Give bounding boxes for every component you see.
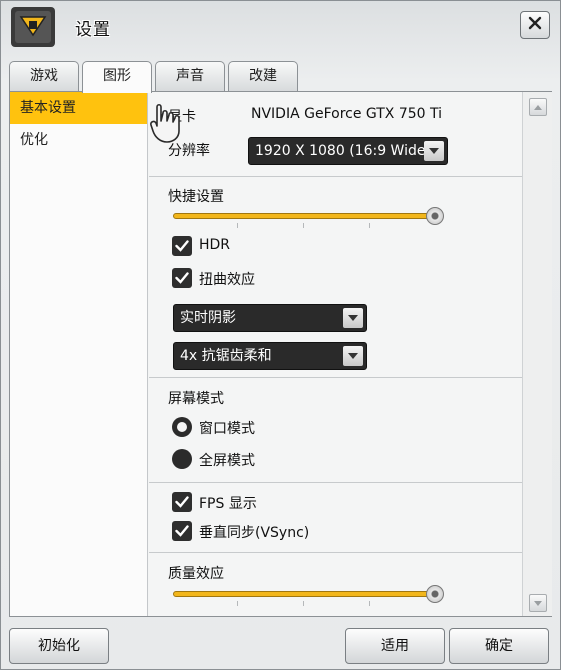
slider-track: [173, 213, 435, 219]
vsync-checkbox[interactable]: [172, 521, 192, 541]
distortion-checkbox[interactable]: [172, 268, 192, 288]
slider-tick: [303, 223, 304, 228]
window-mode-label: 窗口模式: [199, 421, 255, 437]
tab-game[interactable]: 游戏: [9, 61, 79, 91]
sidebar-item-basic[interactable]: 基本设置: [10, 92, 147, 124]
antialias-dropdown[interactable]: 4x 抗锯齿柔和: [173, 342, 367, 370]
fullscreen-mode-radio[interactable]: [172, 449, 192, 469]
fullscreen-mode-label: 全屏模式: [199, 453, 255, 469]
window-mode-radio[interactable]: [172, 417, 192, 437]
hdr-label: HDR: [199, 237, 231, 253]
check-icon: [175, 240, 189, 252]
quick-settings-title: 快捷设置: [168, 189, 224, 205]
gpu-value: NVIDIA GeForce GTX 750 Ti: [251, 106, 443, 122]
check-icon: [175, 496, 189, 508]
quick-settings-section: 快捷设置 HDR 扭曲效应 实时阴影 4x 抗锯齿柔和: [149, 177, 522, 378]
title-bar: 设置: [1, 1, 561, 55]
fps-checkbox[interactable]: [172, 492, 192, 512]
distortion-label: 扭曲效应: [199, 272, 255, 288]
tab-graphics[interactable]: 图形: [82, 61, 152, 93]
slider-tick: [303, 601, 304, 606]
check-icon: [175, 525, 189, 537]
scrollbar[interactable]: [522, 92, 552, 616]
tab-sound[interactable]: 声音: [155, 61, 225, 91]
slider-track: [173, 591, 435, 597]
quick-settings-slider[interactable]: [173, 205, 449, 228]
ok-button[interactable]: 确定: [449, 628, 549, 664]
chevron-down-icon: [424, 141, 444, 161]
display-device-section: 显卡 NVIDIA GeForce GTX 750 Ti 分辨率 1920 X …: [149, 92, 522, 177]
window-title: 设置: [75, 20, 111, 40]
graphics-panel: 显卡 NVIDIA GeForce GTX 750 Ti 分辨率 1920 X …: [149, 92, 522, 616]
display-options-section: FPS 显示 垂直同步(VSync): [149, 483, 522, 553]
resolution-value: 1920 X 1080 (16:9 Wide): [255, 143, 431, 159]
shadow-value: 实时阴影: [180, 310, 236, 326]
slider-tick: [369, 601, 370, 606]
slider-tick: [369, 223, 370, 228]
tab-remap[interactable]: 改建: [228, 61, 298, 91]
resolution-dropdown[interactable]: 1920 X 1080 (16:9 Wide): [248, 137, 448, 165]
apply-button[interactable]: 适用: [345, 628, 445, 664]
sidebar-item-optimize[interactable]: 优化: [10, 124, 147, 156]
vsync-label: 垂直同步(VSync): [199, 525, 310, 541]
hand-cursor-icon: [149, 101, 189, 145]
slider-knob[interactable]: [426, 207, 444, 225]
shadow-dropdown[interactable]: 实时阴影: [173, 304, 367, 332]
scroll-down-button[interactable]: [529, 594, 547, 612]
screen-mode-section: 屏幕模式 窗口模式 全屏模式: [149, 378, 522, 483]
chevron-down-icon: [343, 308, 363, 328]
check-icon: [175, 272, 189, 284]
slider-tick: [237, 223, 238, 228]
fps-label: FPS 显示: [199, 496, 257, 512]
reset-button[interactable]: 初始化: [9, 628, 109, 664]
chevron-down-icon: [343, 346, 363, 366]
slider-knob[interactable]: [426, 585, 444, 603]
hdr-checkbox[interactable]: [172, 236, 192, 256]
settings-window: 设置 游戏 图形 声音 改建 基本设置 优化 显卡 NVIDIA GeForce…: [0, 0, 561, 670]
app-logo-icon: [9, 5, 57, 49]
sidebar: 基本设置 优化: [10, 92, 148, 616]
slider-tick: [237, 601, 238, 606]
settings-content: 基本设置 优化 显卡 NVIDIA GeForce GTX 750 Ti 分辨率…: [9, 91, 552, 617]
quality-effects-section: 质量效应: [149, 553, 522, 616]
chevron-down-icon: [534, 600, 542, 606]
screen-mode-title: 屏幕模式: [168, 391, 224, 407]
quality-effects-title: 质量效应: [168, 566, 224, 582]
quality-effects-slider[interactable]: [173, 583, 449, 606]
antialias-value: 4x 抗锯齿柔和: [180, 348, 272, 364]
close-button[interactable]: [520, 11, 550, 39]
scroll-up-button[interactable]: [529, 98, 547, 116]
chevron-up-icon: [534, 104, 542, 110]
close-icon: [527, 15, 543, 35]
